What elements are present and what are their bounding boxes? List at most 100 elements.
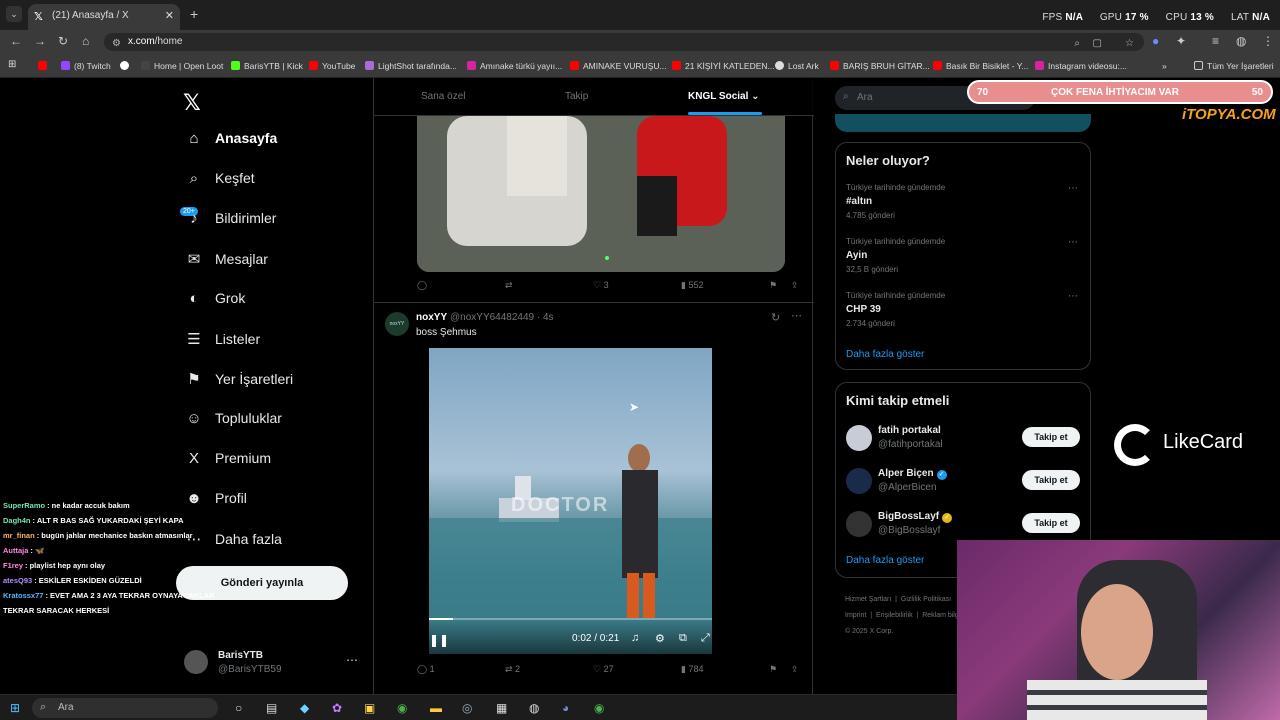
- tab-search-button[interactable]: ⌄: [6, 6, 22, 22]
- footer-link[interactable]: Imprint: [845, 612, 866, 619]
- post-more-icon[interactable]: ⋯: [791, 309, 802, 322]
- trend-name[interactable]: CHP 39: [846, 304, 881, 315]
- chrome-active-icon[interactable]: ◉: [594, 701, 604, 715]
- apps-grid-icon[interactable]: ⊞: [8, 59, 16, 70]
- like-button[interactable]: ♡ 3: [593, 280, 609, 291]
- reply-icon[interactable]: ◯: [417, 280, 427, 291]
- sidebar-item-bookmarks[interactable]: ⚑ Yer İşaretleri: [185, 370, 293, 400]
- sidebar-item-grok[interactable]: ◐ Grok: [185, 290, 245, 320]
- bookmark-item[interactable]: Instagram videosu:...: [1035, 61, 1127, 71]
- bookmark-item[interactable]: BARIŞ BRUH GİTAR...: [830, 61, 930, 71]
- trend-more-icon[interactable]: ⋯: [1068, 183, 1078, 194]
- bookmark-item[interactable]: Lost Ark: [775, 61, 819, 71]
- task-view-icon[interactable]: ○: [235, 701, 242, 715]
- bookmark-item[interactable]: 21 KİŞİYİ KATLEDEN...: [672, 61, 775, 71]
- bookmark-google-icon[interactable]: [120, 61, 133, 71]
- follow-button[interactable]: Takip et: [1022, 427, 1080, 447]
- taskbar-search-input[interactable]: ⌕ Ara: [32, 698, 218, 718]
- show-more-link[interactable]: Daha fazla göster: [846, 555, 924, 566]
- reload-icon[interactable]: ↻: [58, 34, 68, 48]
- repost-button[interactable]: ⇄ 2: [505, 664, 520, 675]
- trend-more-icon[interactable]: ⋯: [1068, 291, 1078, 302]
- avatar[interactable]: [846, 425, 872, 451]
- suggested-user-name[interactable]: fatih portakal: [878, 425, 941, 436]
- post-media-image[interactable]: [417, 116, 785, 272]
- bookmark-post-icon[interactable]: ⚑: [769, 280, 777, 291]
- chrome-icon[interactable]: ◉: [397, 701, 407, 715]
- follow-button[interactable]: Takip et: [1022, 470, 1080, 490]
- bookmark-item[interactable]: YouTube: [309, 61, 355, 71]
- more-dots-icon[interactable]: ⋯: [346, 653, 358, 667]
- sidebar-item-messages[interactable]: ✉ Mesajlar: [185, 250, 268, 280]
- sidebar-item-lists[interactable]: ☰ Listeler: [185, 330, 260, 360]
- browser-menu-icon[interactable]: ⋮: [1262, 34, 1274, 48]
- home-browser-icon[interactable]: ⌂: [82, 34, 89, 48]
- zoom-icon[interactable]: ⌕: [1074, 38, 1080, 49]
- tab-for-you[interactable]: Sana özel: [421, 91, 465, 102]
- all-bookmarks[interactable]: Tüm Yer İşaretleri: [1194, 61, 1274, 71]
- fullscreen-icon[interactable]: ⤢: [701, 632, 710, 645]
- sidebar-item-notifications[interactable]: ♪ Bildirimler: [185, 210, 276, 240]
- avatar[interactable]: noxYY: [385, 312, 409, 336]
- sidebar-item-communities[interactable]: ☺ Topluluklar: [185, 410, 282, 440]
- bookmark-item[interactable]: (8) Twitch: [61, 61, 111, 71]
- post-author-handle[interactable]: @noxYY64482449 · 4s: [450, 312, 554, 323]
- steam-icon[interactable]: ◎: [462, 701, 472, 715]
- suggested-user-name[interactable]: BigBossLayf ✓: [878, 511, 953, 523]
- pip-icon[interactable]: ⧉: [679, 632, 687, 645]
- store-icon[interactable]: ▣: [364, 701, 375, 715]
- new-tab-icon[interactable]: +: [190, 6, 198, 22]
- tab-kngl-social[interactable]: KNGL Social ⌄: [688, 91, 760, 102]
- footer-link[interactable]: Hizmet Şartları: [845, 596, 891, 603]
- views-count[interactable]: ▮ 552: [681, 280, 703, 291]
- post-author-name[interactable]: noxYY: [416, 312, 447, 323]
- media-icon[interactable]: ≡: [1212, 34, 1219, 48]
- show-more-link[interactable]: Daha fazla göster: [846, 349, 924, 360]
- grok-explain-icon[interactable]: ↻: [771, 311, 780, 324]
- obs-icon[interactable]: ◍: [529, 701, 539, 715]
- install-icon[interactable]: ▢: [1093, 38, 1102, 49]
- bookmarks-overflow-icon[interactable]: »: [1162, 61, 1167, 71]
- video-player[interactable]: DOCTOR ❚❚ 0:02 / 0:21 ♫ ⚙ ⧉ ⤢ ➤: [429, 348, 712, 654]
- settings-icon[interactable]: ⚙: [655, 632, 665, 645]
- star-icon[interactable]: ☆: [1125, 38, 1134, 49]
- suggested-user-name[interactable]: Alper Biçen ✓: [878, 468, 947, 480]
- site-info-icon[interactable]: ⚙: [112, 38, 121, 49]
- bookmark-item[interactable]: LightShot tarafında...: [365, 61, 457, 71]
- discord-icon[interactable]: ◕: [562, 701, 569, 715]
- bookmark-item[interactable]: Basık Bir Bisiklet - Y...: [933, 61, 1028, 71]
- bookmark-item[interactable]: Home | Open Loot: [141, 61, 223, 71]
- x-logo-icon[interactable]: 𝕏: [183, 90, 201, 116]
- video-progress-track[interactable]: [429, 618, 712, 620]
- avatar[interactable]: [846, 468, 872, 494]
- sidebar-item-explore[interactable]: ⌕ Keşfet: [185, 170, 255, 200]
- address-bar[interactable]: ⚙ x.com/home ⌕ ▢ ☆: [104, 33, 1144, 51]
- share-icon[interactable]: ⇪: [791, 664, 799, 675]
- volume-icon[interactable]: ♫: [631, 632, 639, 644]
- bookmark-item[interactable]: AMINAKE VURUŞU...: [570, 61, 667, 71]
- sidebar-item-premium[interactable]: X Premium: [185, 450, 271, 480]
- reply-button[interactable]: ◯ 1: [417, 664, 435, 675]
- repost-icon[interactable]: ⇄: [505, 280, 513, 291]
- trend-name[interactable]: Ayin: [846, 250, 867, 261]
- footer-link[interactable]: Erişilebilirlik: [876, 612, 913, 619]
- follow-button[interactable]: Takip et: [1022, 513, 1080, 533]
- sidebar-item-home[interactable]: ⌂ Anasayfa: [185, 130, 277, 160]
- windows-start-icon[interactable]: ⊞: [10, 701, 20, 715]
- file-explorer-icon[interactable]: ▬: [430, 701, 442, 715]
- avatar[interactable]: [846, 511, 872, 537]
- bookmark-post-icon[interactable]: ⚑: [769, 664, 777, 675]
- bookmark-item[interactable]: BarisYTB | Kick: [231, 61, 303, 71]
- premium-promo-card[interactable]: [835, 114, 1091, 132]
- close-tab-icon[interactable]: ✕: [165, 9, 174, 22]
- trend-name[interactable]: #altın: [846, 196, 872, 207]
- like-button[interactable]: ♡ 27: [593, 664, 614, 675]
- forward-icon[interactable]: →: [34, 34, 46, 48]
- app-icon[interactable]: ▦: [496, 701, 507, 715]
- footer-link[interactable]: Gizlilik Politikası: [901, 596, 951, 603]
- pause-icon[interactable]: ❚❚: [429, 633, 449, 647]
- extension-icon[interactable]: ●: [1152, 34, 1159, 48]
- copilot-icon[interactable]: ✿: [332, 701, 342, 715]
- bookmark-youtube-icon-only[interactable]: [38, 61, 51, 71]
- browser-tab[interactable]: 𝕏 (21) Anasayfa / X ✕: [28, 4, 180, 30]
